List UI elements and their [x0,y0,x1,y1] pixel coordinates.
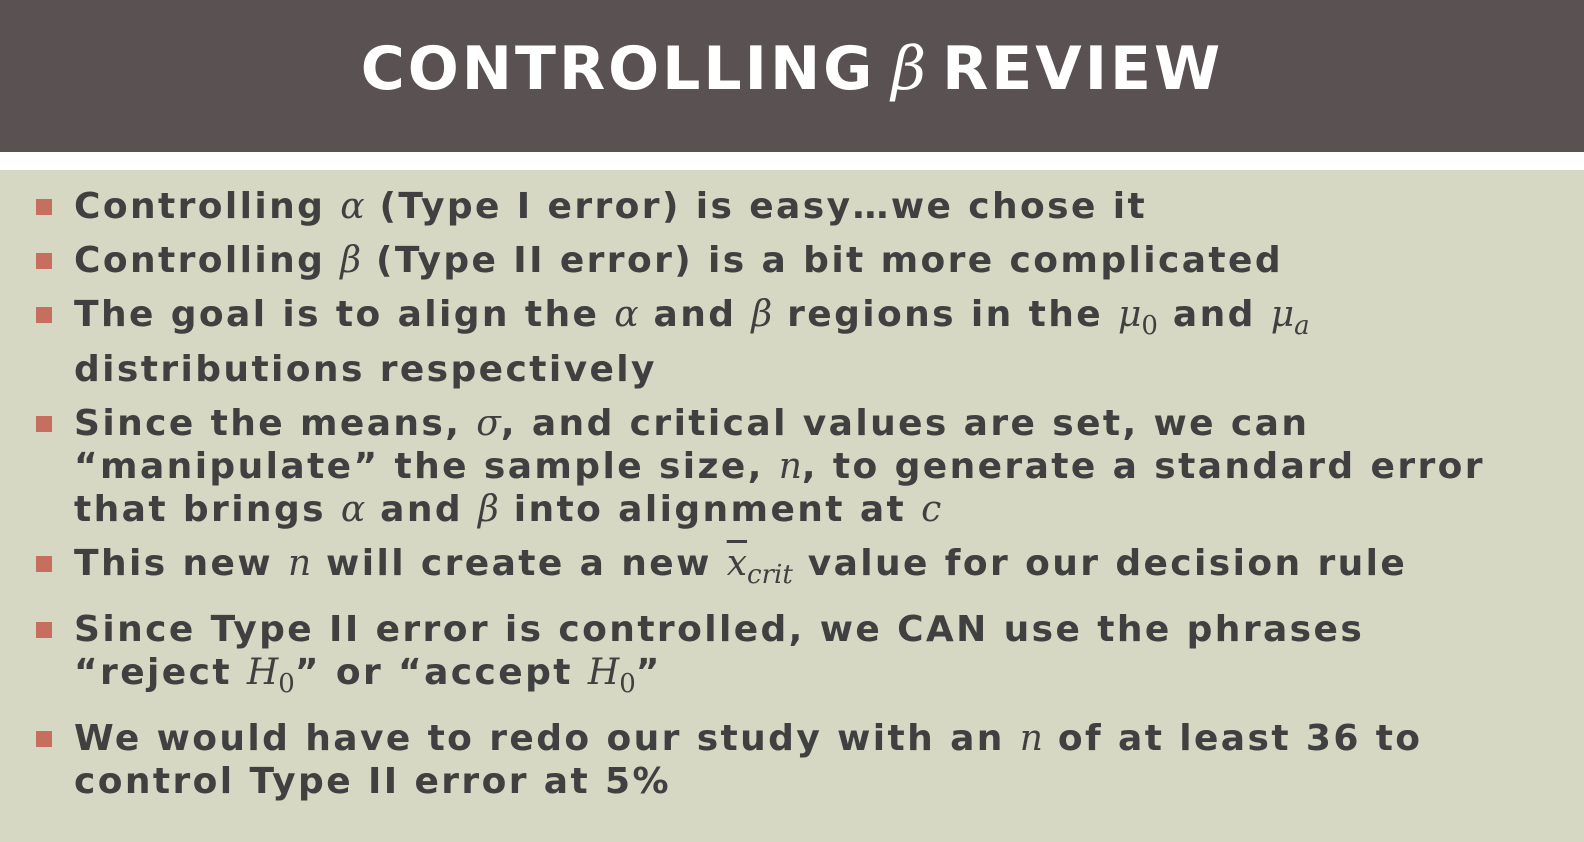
alpha-symbol: α [614,294,639,335]
bullet-text: (Type I error) is easy…we chose it [364,186,1148,227]
x-bar-symbol: x [726,543,748,584]
bullet-text: ” or “accept [294,652,588,693]
alpha-symbol: α [340,186,365,227]
beta-symbol: β [477,489,499,530]
x-bar-subscript: crit [747,560,793,590]
bullet-text: will create a new [311,543,727,584]
slide-title: CONTROLLING β REVIEW [361,34,1223,104]
alpha-symbol: α [340,489,366,530]
bullet-text: distributions respectively [74,349,657,390]
content-area: Controlling α (Type I error) is easy…we … [0,170,1584,842]
beta-symbol: β [340,240,362,281]
title-text-start: CONTROLLING [360,34,876,104]
mu-subscript: a [1294,311,1310,341]
bullet-text: Controlling [74,186,341,227]
h-symbol: H [587,652,620,693]
bullet-text: ” [635,652,662,693]
bullet-text: Controlling [74,240,341,281]
bullet-text: and [365,489,478,530]
title-beta-symbol: β [891,34,927,104]
bullet-text: and [638,294,752,335]
beta-symbol: β [751,294,773,335]
slide: CONTROLLING β REVIEW Controlling α (Type I… [0,0,1584,842]
bullet-item: Since Type II error is controlled, we CA… [0,608,1584,706]
bullet-item: This new n will create a new xcrit value… [0,542,1584,597]
bullet-item: Controlling α (Type I error) is easy…we … [0,185,1584,228]
mu-subscript: 0 [1141,311,1158,341]
bullet-item: We would have to redo our study with an … [0,717,1584,803]
sigma-symbol: σ [476,403,501,444]
bullet-item: Since the means, σ, and critical values … [0,402,1584,531]
n-symbol: n [287,543,312,584]
bullet-item: Controlling β (Type II error) is a bit m… [0,239,1584,282]
bullet-text: This new [74,543,288,584]
bullet-text: (Type II error) is a bit more complicate… [361,240,1284,281]
bullet-text: The goal is to align the [74,294,615,335]
bullet-text: into alignment at [498,489,922,530]
bullet-text: regions in the [772,294,1118,335]
title-text-end: REVIEW [942,34,1224,104]
bullet-text: We would have to redo our study with an [74,718,1020,759]
mu-symbol: μ [1118,294,1142,335]
bullet-text: and [1157,294,1271,335]
n-symbol: n [778,446,802,487]
h-subscript: 0 [278,669,295,699]
h-symbol: H [246,652,279,693]
mu-symbol: μ [1270,294,1295,335]
bullet-text: value for our decision rule [792,543,1408,584]
bullet-list: Controlling α (Type I error) is easy…we … [0,170,1584,803]
bullet-text: Since the means, [74,403,477,444]
bullet-item: The goal is to align the α and β regions… [0,293,1584,391]
n-symbol: n [1019,718,1043,759]
title-bar: CONTROLLING β REVIEW [0,0,1584,152]
c-symbol: c [921,489,942,530]
h-subscript: 0 [619,669,636,699]
